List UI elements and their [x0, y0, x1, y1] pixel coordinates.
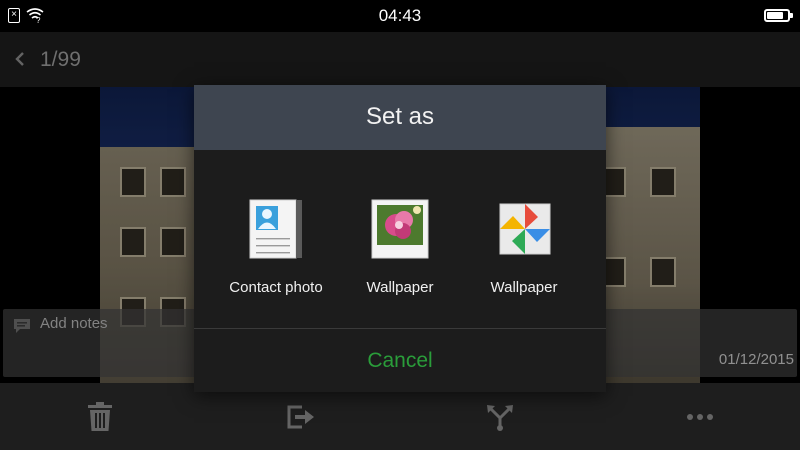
- battery-icon: [764, 9, 793, 22]
- contact-card-icon: [249, 199, 302, 259]
- dialog-header: Set as: [194, 85, 606, 150]
- battery-level: [767, 12, 783, 19]
- option-wallpaper-gallery[interactable]: Wallpaper: [332, 185, 468, 310]
- option-contact-photo[interactable]: Contact photo: [208, 185, 344, 310]
- flower-wallpaper-icon: [371, 199, 429, 259]
- cancel-label: Cancel: [367, 349, 433, 372]
- pinwheel-photos-icon: [499, 203, 551, 255]
- cancel-button[interactable]: Cancel: [194, 329, 606, 392]
- option-label: Wallpaper: [490, 279, 558, 296]
- set-as-dialog: Set as Contact photo Wallpaper Wallpaper…: [194, 85, 606, 392]
- dialog-title: Set as: [365, 103, 435, 130]
- status-bar: × ? 04:43: [0, 0, 800, 32]
- option-wallpaper-photos[interactable]: Wallpaper: [456, 185, 592, 310]
- option-label: Wallpaper: [366, 279, 434, 296]
- clock: 04:43: [378, 6, 422, 25]
- option-label: Contact photo: [229, 279, 323, 296]
